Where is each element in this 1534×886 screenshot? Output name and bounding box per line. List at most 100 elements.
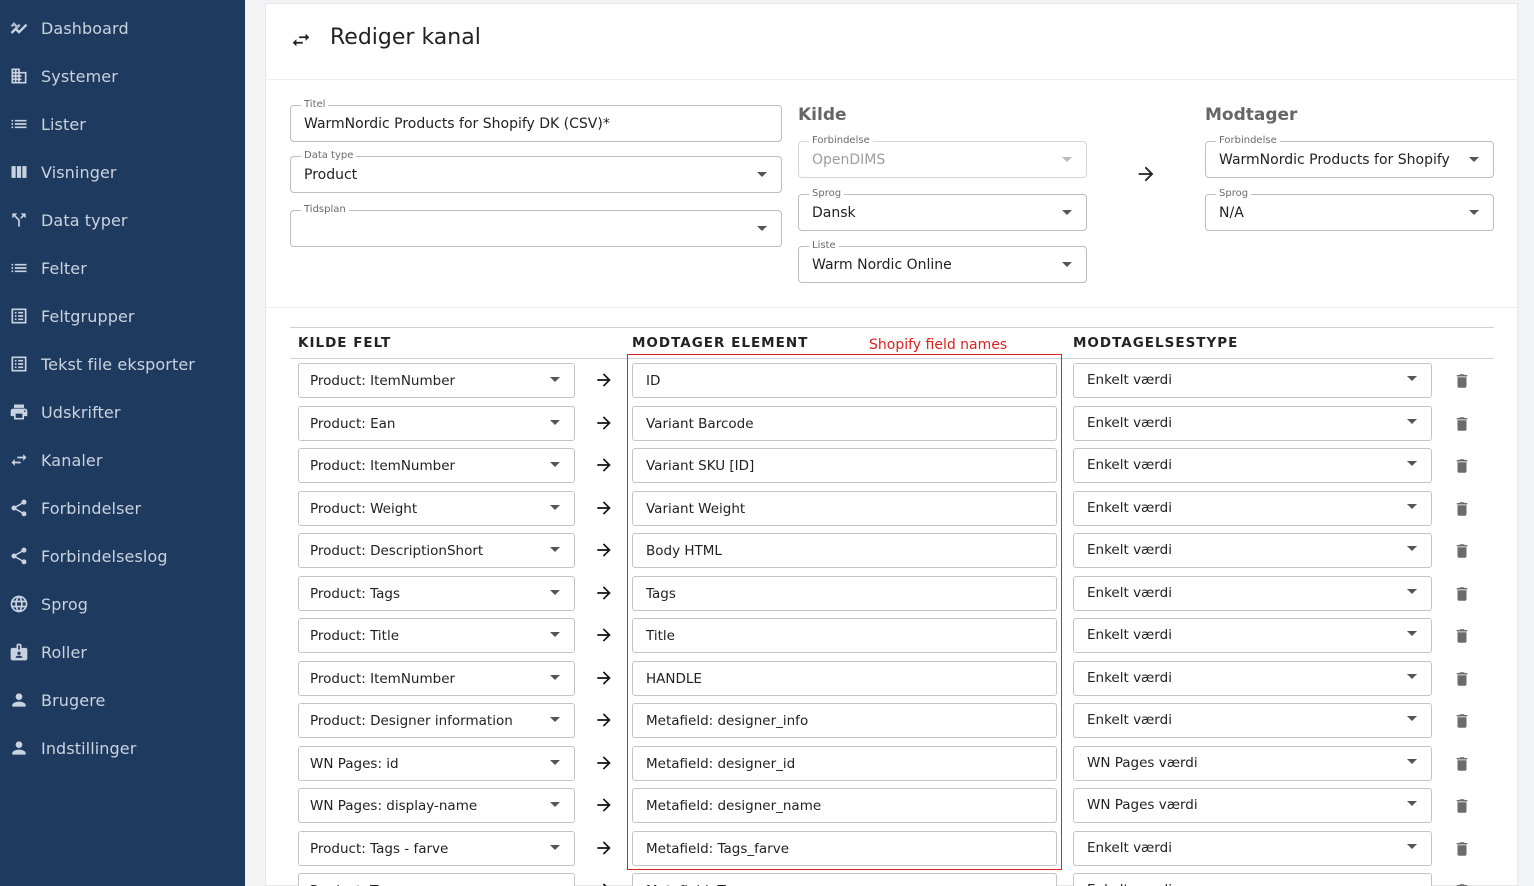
- receiver-heading: Modtager: [1205, 105, 1298, 125]
- receiver-connection-select[interactable]: Forbindelse WarmNordic Products for Shop…: [1205, 134, 1494, 178]
- source-field-value: Product: ItemNumber: [310, 670, 456, 687]
- source-field-select[interactable]: Product: Weight: [298, 490, 575, 526]
- chevron-down-icon: [1407, 631, 1417, 636]
- trash-icon[interactable]: [1453, 499, 1471, 519]
- receive-type-select[interactable]: Enkelt værdi: [1073, 405, 1432, 441]
- receive-type-select[interactable]: Enkelt værdi: [1073, 873, 1432, 886]
- trash-icon[interactable]: [1453, 796, 1471, 816]
- source-field-select[interactable]: Product: Ean: [298, 405, 575, 441]
- sidebar-item-data-typer[interactable]: Data typer: [0, 200, 245, 240]
- source-field-value: Product: Title: [310, 628, 400, 644]
- source-field-value: WN Pages: display-name: [310, 798, 478, 814]
- sidebar-item-sprog[interactable]: Sprog: [0, 584, 245, 624]
- sidebar-item-dashboard[interactable]: Dashboard: [0, 8, 245, 48]
- source-field-select[interactable]: Product: ItemNumber: [298, 660, 575, 696]
- source-field-select[interactable]: Product: Tags: [298, 575, 575, 611]
- data-type-label: Data type: [301, 149, 357, 163]
- trash-icon[interactable]: [1453, 669, 1471, 689]
- data-type-select[interactable]: Data type Product: [290, 149, 782, 193]
- sidebar-item-label: Brugere: [41, 690, 106, 710]
- receive-type-select[interactable]: Enkelt værdi: [1073, 490, 1432, 526]
- arrow-right-icon: [597, 670, 611, 685]
- receiver-language-label: Sprog: [1216, 187, 1252, 201]
- source-language-value: Dansk: [812, 205, 856, 221]
- sidebar-item-forbindelser[interactable]: Forbindelser: [0, 488, 245, 528]
- trash-icon[interactable]: [1453, 541, 1471, 561]
- chevron-down-icon: [550, 802, 560, 807]
- sidebar-item-feltgrupper[interactable]: Feltgrupper: [0, 296, 245, 336]
- table-row: Product: Tags Metafield: Tags Enkelt værdi: [266, 873, 1517, 886]
- receiver-language-select[interactable]: Sprog N/A: [1205, 187, 1494, 231]
- receive-type-value: Enkelt værdi: [1087, 457, 1172, 473]
- receive-type-select[interactable]: Enkelt værdi: [1073, 575, 1432, 611]
- chevron-down-icon: [1407, 503, 1417, 509]
- chevron-down-icon: [1062, 262, 1072, 267]
- source-field-select[interactable]: Product: Designer information: [298, 703, 575, 738]
- swap-arrows-icon: [292, 33, 310, 47]
- sidebar-item-label: Data typer: [41, 210, 128, 230]
- chevron-down-icon: [1407, 843, 1417, 849]
- person-icon: [8, 689, 30, 711]
- receive-type-select[interactable]: WN Pages værdi: [1073, 788, 1432, 823]
- receive-type-value: Enkelt værdi: [1087, 882, 1172, 886]
- list-box-icon: [8, 305, 30, 327]
- sidebar-item-visninger[interactable]: Visninger: [0, 152, 245, 192]
- header-receiver-element: MODTAGER ELEMENT: [632, 335, 809, 351]
- source-field-value: Product: Ean: [310, 415, 396, 432]
- arrow-right-icon: [597, 713, 611, 727]
- chevron-down-icon: [550, 377, 560, 382]
- swap-arrows-icon: [8, 449, 30, 471]
- receive-type-select[interactable]: Enkelt værdi: [1073, 448, 1432, 483]
- source-field-select[interactable]: WN Pages: id: [298, 745, 575, 781]
- receive-type-select[interactable]: Enkelt værdi: [1073, 533, 1432, 568]
- source-field-select[interactable]: Product: DescriptionShort: [298, 533, 575, 568]
- receiver-element-input[interactable]: Metafield: Tags: [632, 873, 1057, 886]
- schedule-select[interactable]: Tidsplan: [290, 203, 782, 247]
- sidebar-item-tekst-file-eksporter[interactable]: Tekst file eksporter: [0, 344, 245, 384]
- trash-icon[interactable]: [1453, 881, 1471, 886]
- arrow-right-icon: [597, 798, 611, 812]
- chevron-down-icon: [1407, 376, 1417, 381]
- source-field-select[interactable]: Product: Title: [298, 618, 575, 653]
- source-field-select[interactable]: Product: ItemNumber: [298, 448, 575, 483]
- trash-icon[interactable]: [1453, 456, 1471, 476]
- receive-type-select[interactable]: WN Pages værdi: [1073, 745, 1432, 781]
- fork-icon: [8, 209, 30, 231]
- sidebar-item-udskrifter[interactable]: Udskrifter: [0, 392, 245, 432]
- source-field-select[interactable]: Product: Tags - farve: [298, 830, 575, 866]
- trash-icon[interactable]: [1453, 371, 1471, 391]
- annotation-box: [627, 354, 1062, 870]
- sidebar-item-kanaler[interactable]: Kanaler: [0, 440, 245, 480]
- title-field[interactable]: Titel WarmNordic Products for Shopify DK…: [290, 98, 782, 142]
- trash-icon[interactable]: [1453, 584, 1471, 604]
- receive-type-select[interactable]: Enkelt værdi: [1073, 618, 1432, 653]
- receive-type-select[interactable]: Enkelt værdi: [1073, 830, 1432, 866]
- receive-type-select[interactable]: Enkelt værdi: [1073, 363, 1432, 398]
- receive-type-select[interactable]: Enkelt værdi: [1073, 703, 1432, 738]
- source-field-select[interactable]: Product: Tags: [298, 873, 575, 886]
- sidebar-item-lister[interactable]: Lister: [0, 104, 245, 144]
- trash-icon[interactable]: [1453, 754, 1471, 774]
- receive-type-select[interactable]: Enkelt værdi: [1073, 660, 1432, 696]
- sidebar-item-label: Felter: [41, 258, 87, 278]
- source-language-select[interactable]: Sprog Dansk: [798, 187, 1087, 231]
- sidebar-item-indstillinger[interactable]: Indstillinger: [0, 728, 245, 768]
- sidebar-item-label: Visninger: [41, 162, 117, 182]
- source-heading: Kilde: [798, 105, 847, 125]
- sidebar-item-felter[interactable]: Felter: [0, 248, 245, 288]
- trash-icon[interactable]: [1453, 711, 1471, 731]
- trash-icon[interactable]: [1453, 839, 1471, 859]
- sidebar-item-forbindelseslog[interactable]: Forbindelseslog: [0, 536, 245, 576]
- trash-icon[interactable]: [1453, 626, 1471, 646]
- source-language-label: Sprog: [809, 187, 845, 201]
- chevron-down-icon: [1407, 716, 1417, 721]
- source-field-select[interactable]: WN Pages: display-name: [298, 788, 575, 823]
- source-field-select[interactable]: Product: ItemNumber: [298, 363, 575, 398]
- source-list-select[interactable]: Liste Warm Nordic Online: [798, 239, 1087, 283]
- source-field-value: Product: DescriptionShort: [310, 543, 484, 559]
- header-receive-type: MODTAGELSESTYPE: [1073, 335, 1239, 351]
- sidebar-item-systemer[interactable]: Systemer: [0, 56, 245, 96]
- sidebar-item-roller[interactable]: Roller: [0, 632, 245, 672]
- trash-icon[interactable]: [1453, 414, 1471, 434]
- sidebar-item-brugere[interactable]: Brugere: [0, 680, 245, 720]
